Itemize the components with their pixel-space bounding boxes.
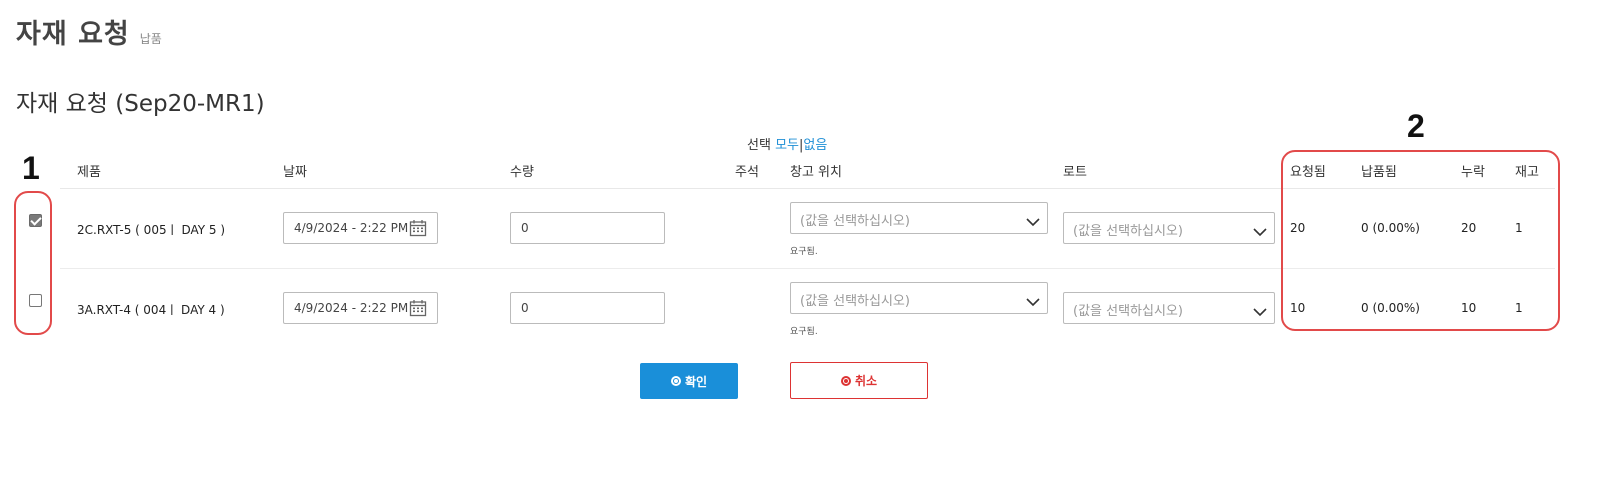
select-all-link[interactable]: 모두	[775, 138, 799, 153]
select-label: 선택	[747, 138, 771, 153]
column-header-date: 날짜	[283, 165, 307, 180]
column-header-warehouse: 창고 위치	[790, 165, 842, 180]
cancel-label: 취소	[854, 374, 878, 388]
annotation-box-checkboxes	[14, 191, 52, 335]
calendar-icon[interactable]	[409, 219, 427, 241]
annotation-number-2: 2	[1407, 108, 1425, 144]
page-title: 자재 요청	[16, 19, 130, 50]
chevron-down-icon	[1253, 222, 1267, 241]
warehouse-required-hint: 요구됨.	[790, 247, 818, 257]
select-all-control: 선택 모두|없음	[747, 134, 827, 153]
page-header: 자재 요청 납품	[16, 12, 162, 51]
warehouse-select[interactable]: (값을 선택하십시오)	[790, 282, 1048, 314]
date-value: 4/9/2024 - 2:22 PM	[294, 221, 409, 235]
lot-select[interactable]: (값을 선택하십시오)	[1063, 292, 1275, 324]
warehouse-placeholder: (값을 선택하십시오)	[800, 214, 910, 229]
date-picker[interactable]: 4/9/2024 - 2:22 PM	[283, 212, 438, 244]
quantity-input[interactable]	[510, 212, 665, 244]
select-none-link[interactable]: 없음	[803, 138, 827, 153]
column-header-lot: 로트	[1063, 165, 1087, 180]
product-cell: 3A.RXT-4 ( 004ㅣ DAY 4 )	[77, 303, 225, 317]
confirm-label: 확인	[684, 374, 708, 389]
lot-select[interactable]: (값을 선택하십시오)	[1063, 212, 1275, 244]
calendar-icon[interactable]	[409, 299, 427, 321]
warehouse-select[interactable]: (값을 선택하십시오)	[790, 202, 1048, 234]
annotation-number-1: 1	[22, 150, 40, 186]
lot-placeholder: (값을 선택하십시오)	[1073, 304, 1183, 319]
chevron-down-icon	[1026, 212, 1040, 231]
warehouse-required-hint: 요구됨.	[790, 327, 818, 337]
date-picker[interactable]: 4/9/2024 - 2:22 PM	[283, 292, 438, 324]
date-value: 4/9/2024 - 2:22 PM	[294, 301, 409, 315]
confirm-button[interactable]: 확인	[640, 363, 738, 399]
annotation-box-quantities	[1281, 150, 1560, 331]
radio-circle-icon	[670, 376, 681, 386]
column-header-quantity: 수량	[510, 165, 534, 180]
product-cell: 2C.RXT-5 ( 005ㅣ DAY 5 )	[77, 223, 226, 237]
chevron-down-icon	[1026, 292, 1040, 311]
column-header-product: 제품	[77, 165, 101, 180]
column-header-note: 주석	[735, 165, 759, 180]
cancel-button[interactable]: 취소	[790, 362, 928, 399]
quantity-input[interactable]	[510, 292, 665, 324]
lot-placeholder: (값을 선택하십시오)	[1073, 224, 1183, 239]
warehouse-placeholder: (값을 선택하십시오)	[800, 294, 910, 309]
section-title: 자재 요청 (Sep20-MR1)	[16, 91, 265, 117]
radio-circle-icon	[840, 375, 851, 386]
page-subtitle: 납품	[139, 32, 162, 46]
chevron-down-icon	[1253, 302, 1267, 321]
